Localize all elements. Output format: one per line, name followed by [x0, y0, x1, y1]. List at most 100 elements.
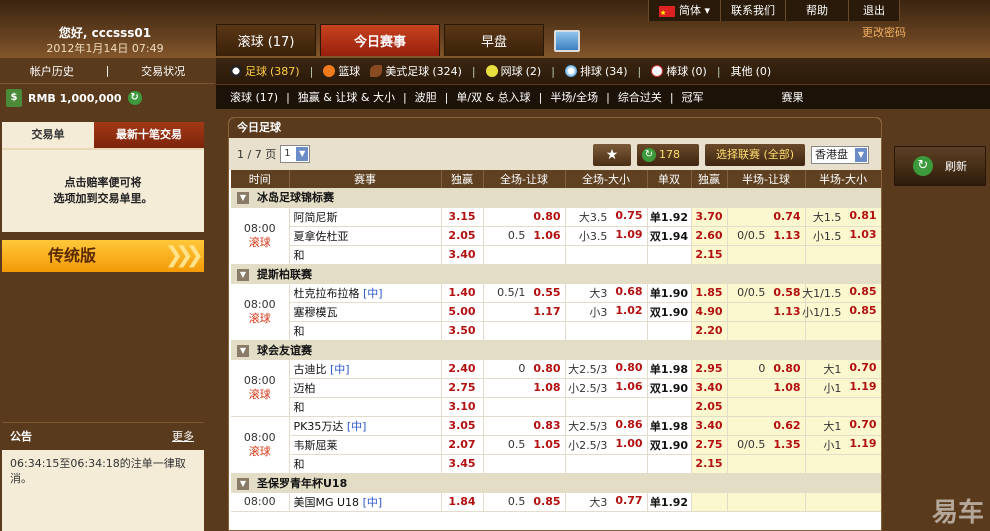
change-password-link[interactable]: 更改密码	[862, 24, 906, 40]
odds-value[interactable]: 3.40	[695, 381, 722, 394]
bettype-parlay[interactable]: 综合过关	[618, 89, 662, 105]
ht-moneyline-cell[interactable]: 2.20	[691, 321, 728, 341]
ht-moneyline-cell[interactable]: 2.60	[691, 226, 728, 246]
collapse-toggle-icon[interactable]: ▼	[237, 344, 249, 357]
sport-basketball[interactable]: 篮球	[323, 63, 360, 79]
odds-value[interactable]: 0.85	[849, 285, 876, 301]
odds-value[interactable]: 1.09	[615, 228, 642, 244]
odds-value[interactable]: 双1.90	[650, 382, 688, 395]
ft-handicap-cell[interactable]: 0.5 0.85	[483, 492, 566, 512]
ht-moneyline-cell[interactable]: 3.40	[691, 378, 728, 398]
odd-even-cell[interactable]: 双1.90	[647, 302, 692, 322]
bettype-odd-even[interactable]: 单/双 & 总入球	[456, 89, 530, 105]
notice-more-link[interactable]: 更多	[172, 423, 194, 451]
ft-overunder-cell[interactable]: 小2.5/3 1.00	[565, 435, 648, 455]
odds-value[interactable]: 1.06	[615, 380, 642, 396]
sport-other[interactable]: 其他 (0)	[731, 63, 772, 79]
ht-handicap-cell[interactable]: 0.74	[727, 207, 806, 227]
collapse-toggle-icon[interactable]: ▼	[237, 268, 249, 281]
odds-value[interactable]: 0.77	[615, 494, 642, 510]
odds-value[interactable]: 3.40	[695, 419, 722, 432]
sport-volleyball[interactable]: 排球 (34)	[564, 63, 628, 79]
language-select[interactable]: 简体 ▾	[649, 0, 722, 24]
league-name[interactable]: 球会友谊赛	[257, 344, 312, 357]
bettype-correct-score[interactable]: 波胆	[415, 89, 437, 105]
tab-inplay[interactable]: 滚球 (17)	[216, 24, 316, 56]
odds-value[interactable]: 2.15	[695, 457, 722, 470]
odds-value[interactable]: 1.35	[773, 438, 800, 451]
odds-value[interactable]: 1.08	[533, 381, 560, 394]
ft-handicap-cell[interactable]: 0.5/1 0.55	[483, 283, 566, 303]
odds-value[interactable]: 2.60	[695, 229, 722, 242]
odds-value[interactable]: 2.05	[695, 400, 722, 413]
ft-overunder-cell[interactable]: 大3.5 0.75	[565, 207, 648, 227]
odds-value[interactable]: 3.05	[448, 419, 475, 432]
classic-version-button[interactable]: 传统版 ❯❯❯	[2, 240, 204, 272]
odds-value[interactable]: 单1.98	[650, 420, 688, 433]
league-name[interactable]: 提斯柏联赛	[257, 268, 312, 281]
ht-moneyline-cell[interactable]: 2.15	[691, 454, 728, 474]
ht-moneyline-cell[interactable]: 2.75	[691, 435, 728, 455]
odd-even-cell[interactable]: 单1.92	[647, 207, 692, 227]
ht-handicap-cell[interactable]: 0.62	[727, 416, 806, 436]
collapse-toggle-icon[interactable]: ▼	[237, 192, 249, 205]
ht-moneyline-cell[interactable]: 1.85	[691, 283, 728, 303]
bettype-results[interactable]: 赛果	[782, 89, 804, 105]
tab-recent-bets[interactable]: 最新十笔交易	[94, 122, 204, 148]
moneyline-cell[interactable]: 3.50	[441, 321, 484, 341]
odd-even-cell[interactable]: 双1.90	[647, 435, 692, 455]
odds-value[interactable]: 2.05	[448, 229, 475, 242]
refresh-button[interactable]: ↻ 刷新	[894, 146, 986, 186]
ht-overunder-cell[interactable]: 小1 1.19	[805, 378, 881, 398]
ht-overunder-cell[interactable]: 大1 0.70	[805, 416, 881, 436]
odds-value[interactable]: 单1.90	[650, 287, 688, 300]
odds-value[interactable]: 2.15	[695, 248, 722, 261]
bettype-main[interactable]: 独赢 & 让球 & 大小	[298, 89, 395, 105]
moneyline-cell[interactable]: 2.75	[441, 378, 484, 398]
odds-value[interactable]: 单1.92	[650, 496, 688, 509]
sport-soccer[interactable]: 足球 (387)	[230, 63, 300, 79]
tab-early[interactable]: 早盘	[444, 24, 544, 56]
odds-value[interactable]: 0.70	[849, 361, 876, 377]
ht-moneyline-cell[interactable]: 2.95	[691, 359, 728, 379]
ht-overunder-cell[interactable]: 大1 0.70	[805, 359, 881, 379]
odds-value[interactable]: 3.40	[448, 248, 475, 261]
sport-american-football[interactable]: 美式足球 (324)	[370, 63, 462, 79]
account-history-link[interactable]: 帐户历史	[30, 63, 74, 79]
odds-value[interactable]: 0.70	[849, 418, 876, 434]
odds-value[interactable]: 0.83	[533, 419, 560, 432]
ft-overunder-cell[interactable]: 大3 0.68	[565, 283, 648, 303]
ht-handicap-cell[interactable]: 0/0.5 0.58	[727, 283, 806, 303]
odds-value[interactable]: 0.55	[533, 286, 560, 299]
odds-value[interactable]: 2.40	[448, 362, 475, 375]
league-name[interactable]: 冰岛足球锦标赛	[257, 191, 334, 204]
odds-value[interactable]: 2.07	[448, 438, 475, 451]
odds-value[interactable]: 0.80	[773, 362, 800, 375]
ft-handicap-cell[interactable]: 0.5 1.06	[483, 226, 566, 246]
ft-overunder-cell[interactable]: 大2.5/3 0.80	[565, 359, 648, 379]
odds-value[interactable]: 0.85	[533, 495, 560, 508]
ht-moneyline-cell[interactable]: 2.05	[691, 397, 728, 417]
odds-value[interactable]: 双1.94	[650, 230, 688, 243]
odds-value[interactable]: 0.85	[849, 304, 876, 320]
odds-value[interactable]: 1.13	[773, 229, 800, 242]
odds-value[interactable]: 3.10	[448, 400, 475, 413]
favorites-star-icon[interactable]: ★	[593, 144, 631, 166]
odd-even-cell[interactable]: 双1.94	[647, 226, 692, 246]
odds-type-select[interactable]: 香港盘	[811, 146, 869, 164]
odds-value[interactable]: 1.84	[448, 495, 475, 508]
odd-even-cell[interactable]: 单1.98	[647, 416, 692, 436]
odds-value[interactable]: 1.17	[533, 305, 560, 318]
odds-value[interactable]: 1.05	[533, 438, 560, 451]
ht-handicap-cell[interactable]: 1.13	[727, 302, 806, 322]
odds-value[interactable]: 1.19	[849, 380, 876, 396]
odd-even-cell[interactable]: 单1.98	[647, 359, 692, 379]
ft-overunder-cell[interactable]: 小2.5/3 1.06	[565, 378, 648, 398]
ht-overunder-cell[interactable]: 小1.5 1.03	[805, 226, 881, 246]
odds-value[interactable]: 3.15	[448, 210, 475, 223]
ft-handicap-cell[interactable]: 1.08	[483, 378, 566, 398]
moneyline-cell[interactable]: 3.40	[441, 245, 484, 265]
odds-value[interactable]: 1.19	[849, 437, 876, 453]
odds-value[interactable]: 0.81	[849, 209, 876, 225]
page-select[interactable]: 1	[280, 145, 311, 163]
